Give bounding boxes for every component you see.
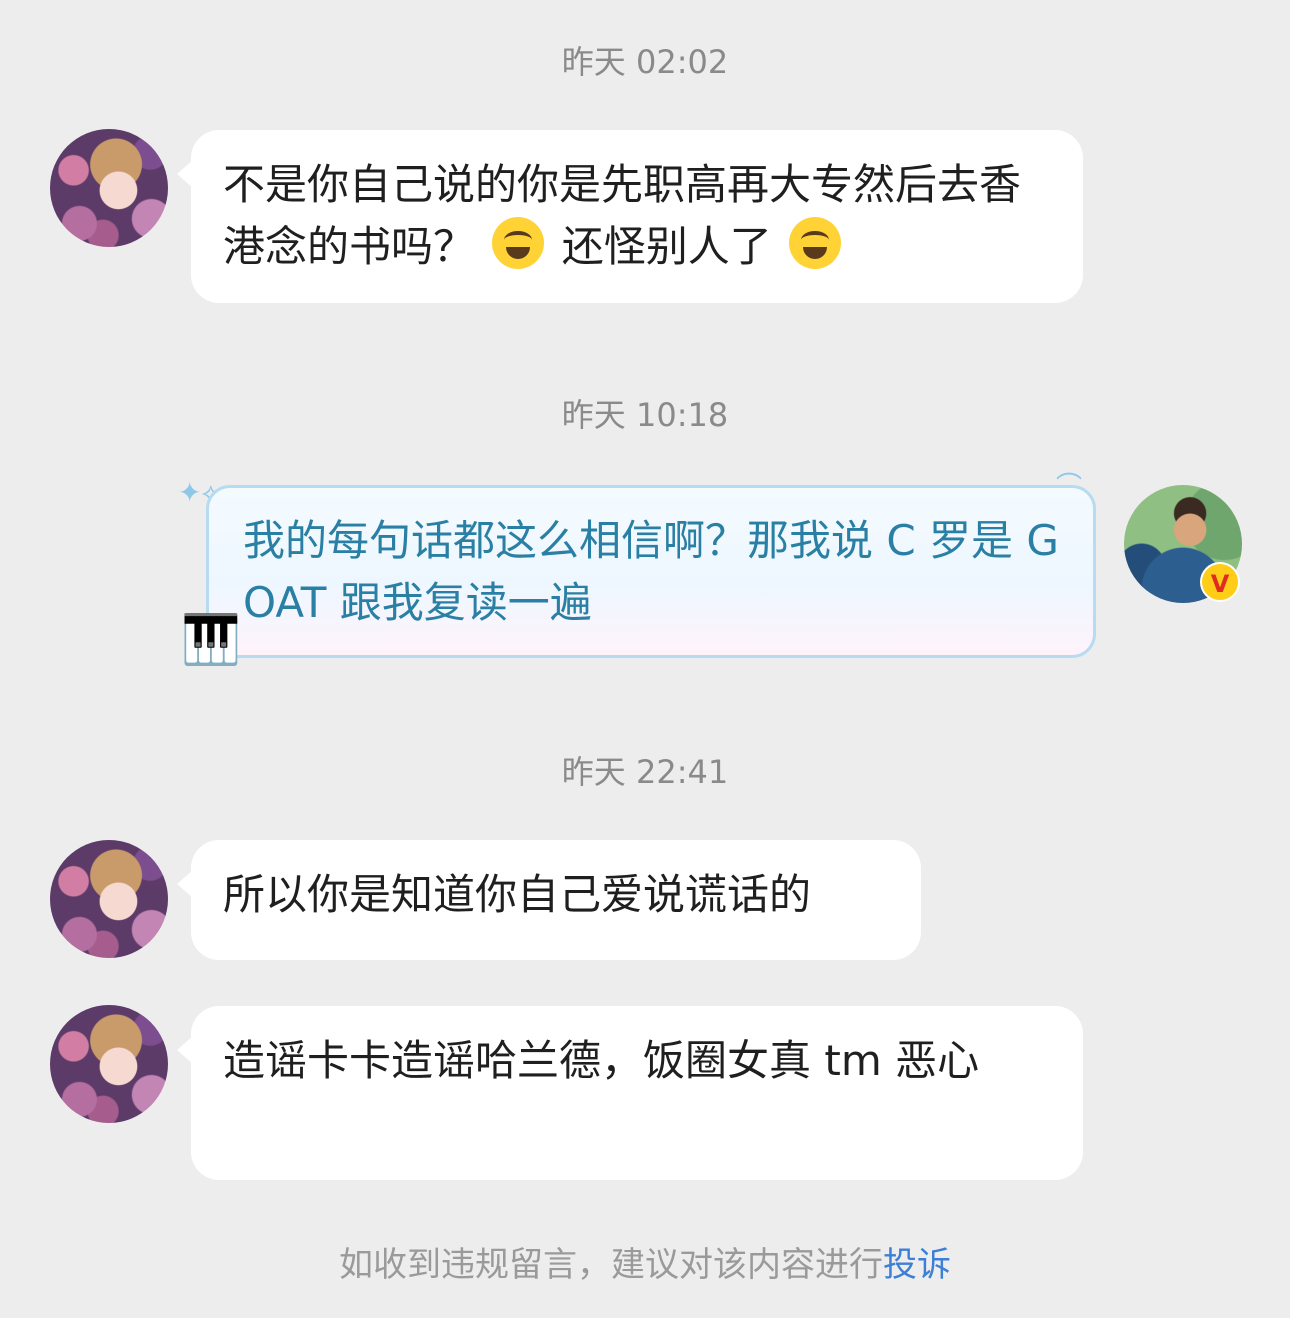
report-footer: 如收到违规留言，建议对该内容进行投诉: [0, 1244, 1290, 1286]
avatar-left-3[interactable]: [50, 1005, 168, 1123]
message-bubble-right[interactable]: 我的每句话都这么相信啊？那我说 C 罗是 GOAT 跟我复读一遍: [206, 485, 1096, 658]
message-text-right: 我的每句话都这么相信啊？那我说 C 罗是 GOAT 跟我复读一遍: [243, 516, 1059, 627]
report-link[interactable]: 投诉: [883, 1245, 951, 1285]
laughing-crying-icon: [492, 217, 545, 269]
report-footer-text: 如收到违规留言，建议对该内容进行: [339, 1245, 883, 1285]
avatar-left-2[interactable]: [50, 840, 168, 958]
timestamp-2: 昨天 10:18: [561, 396, 729, 434]
piano-icon: 🎹: [181, 612, 241, 668]
message-text-3: 造谣卡卡造谣哈兰德，饭圈女真 tm 恶心: [223, 1036, 980, 1085]
message-text-part-2: 还怪别人了: [561, 222, 772, 271]
laughing-crying-icon: [789, 217, 842, 269]
message-bubble-3[interactable]: 造谣卡卡造谣哈兰德，饭圈女真 tm 恶心: [177, 1006, 1083, 1180]
message-bubble-1[interactable]: 不是你自己说的你是先职高再大专然后去香港念的书吗？ 还怪别人了: [177, 130, 1083, 303]
message-bubble-2[interactable]: 所以你是知道你自己爱说谎话的: [177, 840, 921, 960]
timestamp-3: 昨天 22:41: [561, 753, 729, 791]
verified-badge: V: [1200, 562, 1240, 602]
timestamp-1: 昨天 02:02: [561, 43, 729, 81]
avatar-left-1[interactable]: [50, 129, 168, 247]
message-text-2: 所以你是知道你自己爱说谎话的: [223, 870, 812, 919]
